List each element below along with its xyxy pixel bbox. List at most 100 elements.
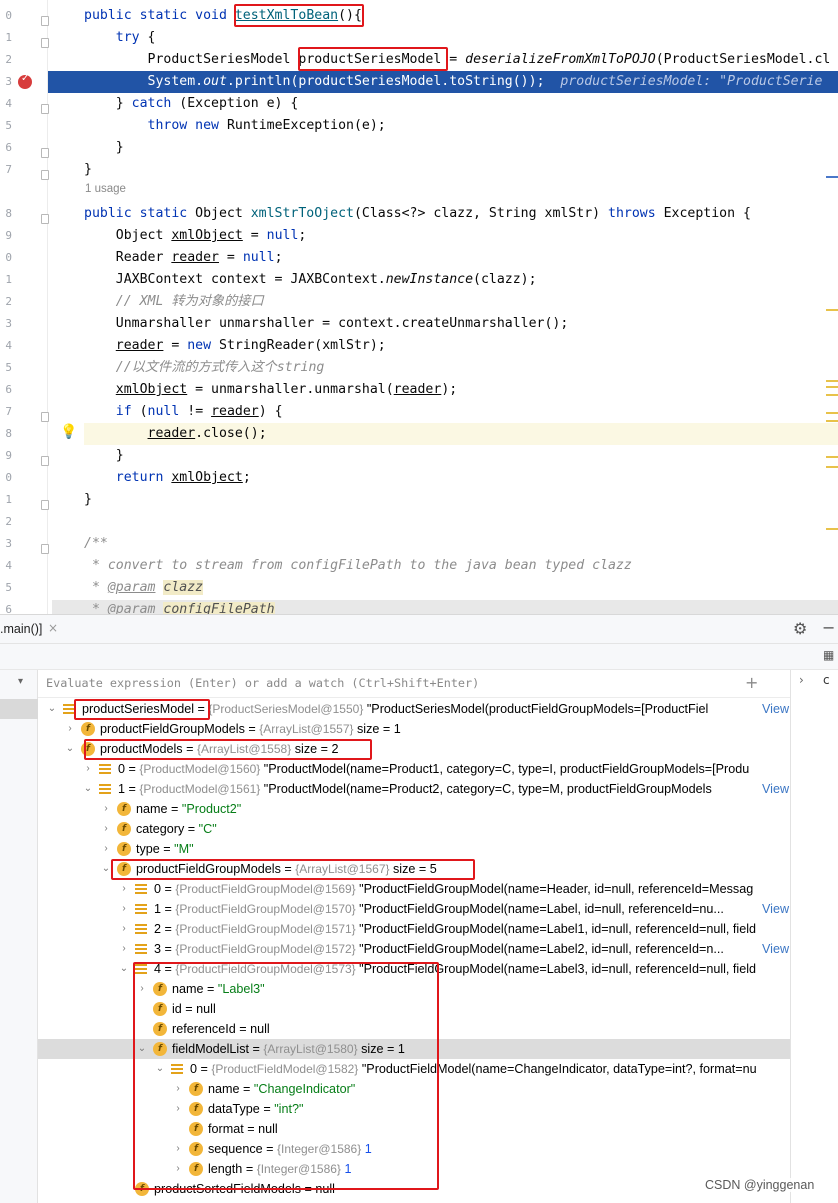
chevron-right-icon[interactable]: › [100, 799, 112, 819]
chevron-down-icon[interactable]: ⌄ [46, 699, 58, 719]
code-line[interactable]: throw new RuntimeException(e); [84, 115, 838, 137]
chevron-right-icon[interactable]: › [82, 759, 94, 779]
code-line[interactable]: public static Object xmlStrToOject(Class… [84, 203, 838, 225]
chevron-right-icon[interactable]: › [100, 819, 112, 839]
layout-icon[interactable]: ▦ [823, 648, 834, 662]
chevron-right-icon[interactable]: › [118, 919, 130, 939]
code-line[interactable]: public static void testXmlToBean(){ [84, 5, 838, 27]
code-line[interactable]: /** [84, 533, 838, 555]
chevron-down-icon[interactable]: ⌄ [154, 1059, 166, 1079]
chevron-down-icon[interactable]: ⌄ [118, 959, 130, 979]
variables-tree[interactable]: ⌄ productSeriesModel = {ProductSeriesMode… [38, 699, 790, 1203]
chevron-down-icon[interactable]: ⌄ [100, 859, 112, 879]
variable-row[interactable]: f productSortedFieldModels = null [38, 1179, 790, 1199]
code-line[interactable]: Object xmlObject = null; [84, 225, 838, 247]
chevron-down-icon[interactable]: ⌄ [82, 779, 94, 799]
fold-icon[interactable] [41, 38, 49, 48]
code-line[interactable]: } catch (Exception e) { [84, 93, 838, 115]
variable-row[interactable]: › 1 = {ProductFieldGroupModel@1570} "Prod… [38, 899, 790, 919]
breakpoint-icon[interactable] [18, 73, 32, 89]
chevron-right-icon[interactable]: › [172, 1099, 184, 1119]
fold-icon[interactable] [41, 214, 49, 224]
variable-row[interactable]: › f length = {Integer@1586} 1 [38, 1159, 790, 1179]
code-line[interactable]: } [84, 137, 838, 159]
variable-row[interactable]: ⌄ productSeriesModel = {ProductSeriesMode… [38, 699, 790, 719]
code-line[interactable]: reader = new StringReader(xmlStr); [84, 335, 838, 357]
code-line[interactable]: // XML 转为对象的接口 [84, 291, 838, 313]
variable-row[interactable]: › 0 = {ProductModel@1560} "ProductModel(n… [38, 759, 790, 779]
fold-icon[interactable] [41, 16, 49, 26]
variable-row[interactable]: › f name = "ChangeIndicator" [38, 1079, 790, 1099]
fold-icon[interactable] [41, 104, 49, 114]
selected-frame[interactable] [0, 699, 38, 719]
variable-row[interactable]: › 3 = {ProductFieldGroupModel@1572} "Prod… [38, 939, 790, 959]
fold-icon[interactable] [41, 148, 49, 158]
variable-row[interactable]: › f name = "Product2" [38, 799, 790, 819]
variable-row[interactable]: ⌄ f productModels = {ArrayList@1558} size … [38, 739, 790, 759]
variable-row[interactable]: › f type = "M" [38, 839, 790, 859]
variable-row[interactable]: f format = null [38, 1119, 790, 1139]
editor-gutter[interactable]: 0 1 2 3 4 5 6 7 8 9 0 1 2 3 4 5 6 7 8 9 0 1 2 3 4 5 6 [0, 0, 49, 614]
variable-row[interactable]: ⌄ 4 = {ProductFieldGroupModel@1573} "Prod… [38, 959, 790, 979]
chevron-right-icon[interactable]: › [118, 939, 130, 959]
fold-icon[interactable] [41, 412, 49, 422]
frames-panel[interactable]: ▾ [0, 670, 38, 1203]
variable-row[interactable]: f id = null [38, 999, 790, 1019]
chevron-right-icon[interactable]: › [799, 673, 804, 687]
view-link[interactable]: View [760, 779, 790, 799]
variable-row[interactable]: ⌄ 1 = {ProductModel@1561} "ProductModel(n… [38, 779, 790, 799]
evaluate-bar[interactable]: Evaluate expression (Enter) or add a wat… [38, 670, 790, 698]
variable-row[interactable]: › f name = "Label3" [38, 979, 790, 999]
fold-icon[interactable] [41, 544, 49, 554]
chevron-right-icon[interactable]: › [118, 879, 130, 899]
minimize-icon[interactable]: − [822, 618, 835, 637]
code-line[interactable]: * @param configFilePath [84, 599, 838, 614]
code-line[interactable]: * convert to stream from configFilePath … [84, 555, 838, 577]
code-line[interactable]: Reader reader = null; [84, 247, 838, 269]
view-link[interactable]: View [760, 899, 790, 919]
code-line[interactable]: } [84, 445, 838, 467]
fold-icon[interactable] [41, 170, 49, 180]
lightbulb-icon[interactable]: 💡 [60, 424, 77, 440]
view-link[interactable]: View [760, 699, 790, 719]
code-line[interactable] [84, 511, 838, 533]
variable-row[interactable]: f referenceId = null [38, 1019, 790, 1039]
code-line[interactable]: xmlObject = unmarshaller.unmarshal(reade… [84, 379, 838, 401]
variable-row[interactable]: › 2 = {ProductFieldGroupModel@1571} "Prod… [38, 919, 790, 939]
code-line[interactable]: JAXBContext context = JAXBContext.newIns… [84, 269, 838, 291]
close-icon[interactable]: × [48, 621, 58, 635]
chevron-right-icon[interactable]: › [64, 719, 76, 739]
variable-row[interactable]: › f category = "C" [38, 819, 790, 839]
code-line[interactable]: if (null != reader) { [84, 401, 838, 423]
chevron-right-icon[interactable]: › [172, 1159, 184, 1179]
variable-row[interactable]: ⌄ f productFieldGroupModels = {ArrayList@1… [38, 859, 790, 879]
code-line[interactable]: //以文件流的方式传入这个string [84, 357, 838, 379]
fold-icon[interactable] [41, 456, 49, 466]
variable-row[interactable]: › f dataType = "int?" [38, 1099, 790, 1119]
chevron-right-icon[interactable]: › [172, 1139, 184, 1159]
code-line[interactable]: reader.close(); [84, 423, 838, 445]
debug-session-tab[interactable]: .main()] [0, 622, 42, 636]
chevron-down-icon[interactable]: ⌄ [64, 739, 76, 759]
code-editor[interactable]: 0 1 2 3 4 5 6 7 8 9 0 1 2 3 4 5 6 7 8 9 0 1 2 3 4 5 6 💡 1 usage pu… [0, 0, 838, 614]
chevron-right-icon[interactable]: › [118, 899, 130, 919]
chevron-down-icon[interactable]: ▾ [18, 676, 23, 687]
code-line[interactable]: } [84, 159, 838, 181]
code-line[interactable]: * @param clazz [84, 577, 838, 599]
code-line[interactable]: Unmarshaller unmarshaller = context.crea… [84, 313, 838, 335]
evaluate-input[interactable]: Evaluate expression (Enter) or add a wat… [46, 676, 479, 690]
gear-icon[interactable]: ⚙ [793, 619, 807, 638]
variable-row[interactable]: ⌄ 0 = {ProductFieldModel@1582} "ProductFi… [38, 1059, 790, 1079]
chevron-right-icon[interactable]: › [100, 839, 112, 859]
variable-row[interactable]: › f sequence = {Integer@1586} 1 [38, 1139, 790, 1159]
add-watch-icon[interactable]: + [745, 673, 758, 692]
code-line[interactable]: ProductSeriesModel productSeriesModel = … [84, 49, 838, 71]
code-line[interactable]: } [84, 489, 838, 511]
variable-row[interactable]: › f productFieldGroupModels = {ArrayList@1… [38, 719, 790, 739]
code-line[interactable]: return xmlObject; [84, 467, 838, 489]
usage-hint[interactable]: 1 usage [85, 183, 126, 195]
fold-icon[interactable] [41, 500, 49, 510]
chevron-right-icon[interactable]: › [172, 1079, 184, 1099]
chevron-right-icon[interactable]: › [136, 979, 148, 999]
chevron-down-icon[interactable]: ⌄ [136, 1039, 148, 1059]
